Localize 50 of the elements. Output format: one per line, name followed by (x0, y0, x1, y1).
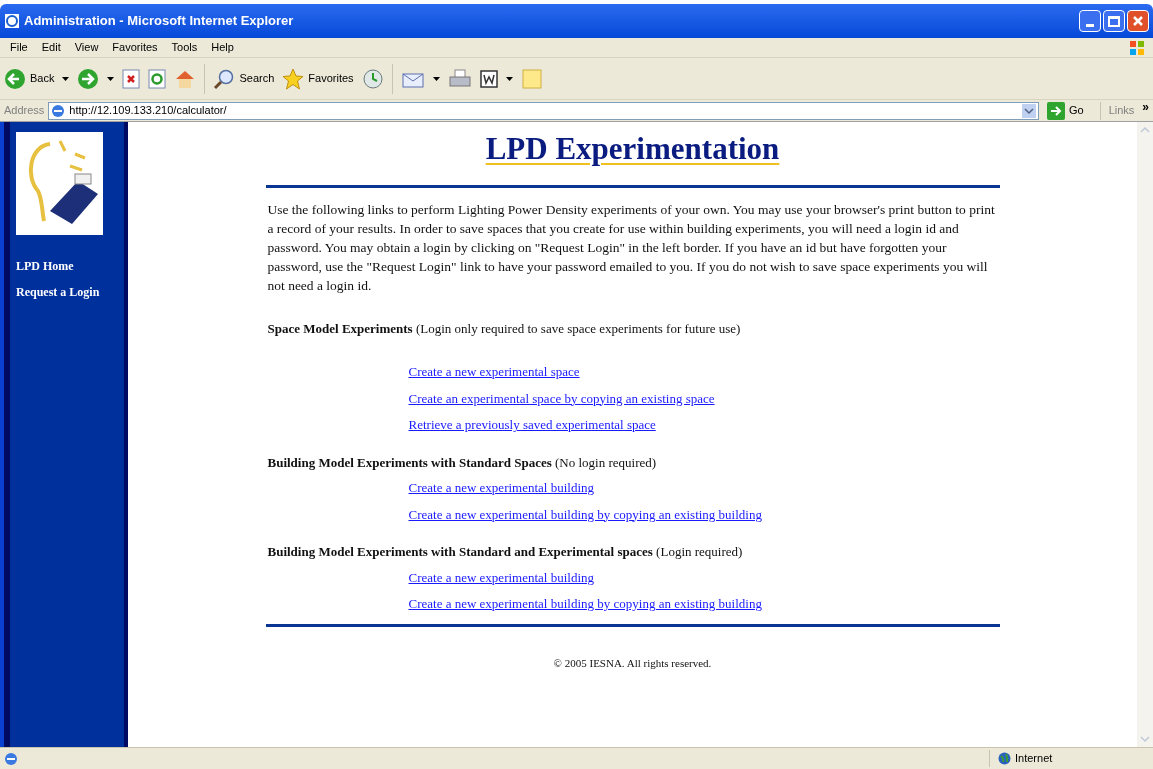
menu-item[interactable]: Help (205, 39, 240, 56)
close-icon (1132, 15, 1144, 27)
printer-icon[interactable] (447, 67, 472, 90)
minimize-button[interactable] (1079, 10, 1101, 32)
windows-logo-icon (1129, 39, 1145, 56)
experiment-link[interactable]: Create a new experimental building (408, 567, 595, 587)
copyright-text: © 2005 IESNA. All rights reserved. (553, 655, 712, 671)
experiment-link[interactable]: Create a new experimental building by copying an existing building (408, 594, 762, 614)
address-field[interactable]: http://12.109.133.210/calculator/ (48, 101, 1039, 120)
experiment-link[interactable]: Create a new experimental building by copying an existing building (408, 504, 762, 524)
dropdown-arrow-icon[interactable] (505, 76, 513, 81)
security-zone-text: Internet (1015, 751, 1053, 767)
experiment-link[interactable]: Create a new experimental space (408, 362, 580, 382)
menu-item[interactable]: Tools (165, 39, 204, 56)
experiment-link[interactable]: Create an experimental space by copying an existing space (408, 388, 715, 408)
stop-icon[interactable] (122, 68, 141, 89)
go-button[interactable]: Go (1042, 101, 1088, 120)
address-label: Address (4, 103, 45, 119)
favorites-button[interactable]: Favorites (282, 67, 354, 90)
close-button[interactable] (1127, 10, 1149, 32)
history-icon[interactable] (361, 67, 384, 90)
back-button[interactable]: Back (4, 67, 55, 90)
section-heading: Building Model Experiments with Standard Spaces (No login required) (267, 453, 658, 472)
maximize-button[interactable] (1103, 10, 1125, 32)
globe-icon (998, 752, 1011, 765)
section-heading: Building Model Experiments with Standard and Experimental spaces (Login required) (267, 543, 744, 561)
browser-icon (4, 13, 20, 29)
sidebar-link[interactable]: Request a Login (16, 283, 100, 301)
dropdown-arrow-icon[interactable] (62, 76, 70, 81)
page-heading: LPD Experimentation (485, 130, 780, 168)
refresh-icon[interactable] (148, 68, 167, 89)
intro-paragraph: Use the following links to perform Lighting Power Density experiments of your own. You may use your browser's print button to print a record of your results. In order to save spaces that you create for use within building experiments, you will need a login id and password. You may obtain a login by clicking on "Request Login" in the left border. If you have an id but have forgotten your password, use the "Request Login" link to have your password emailed to you. If you do not wish to save space experiments you will not need a login id. (267, 200, 996, 295)
menu-item[interactable]: File (4, 39, 34, 56)
word-document-icon[interactable] (479, 69, 498, 88)
menu-item[interactable]: Favorites (106, 39, 164, 56)
sidebar-link[interactable]: LPD Home (16, 257, 74, 275)
experiment-link[interactable]: Create a new experimental building (408, 478, 595, 498)
menu-item[interactable]: Edit (35, 39, 67, 56)
menu-item[interactable]: View (68, 39, 105, 56)
more-chevron[interactable]: » (1142, 97, 1153, 116)
dropdown-arrow-icon[interactable] (107, 76, 115, 81)
search-button[interactable]: Search (213, 67, 275, 90)
dropdown-arrow-icon[interactable] (432, 76, 440, 81)
experiment-link[interactable]: Retrieve a previously saved experimental space (408, 415, 656, 435)
forward-icon[interactable] (77, 67, 100, 90)
search-icon (213, 67, 236, 90)
address-text: http://12.109.133.210/calculator/ (69, 103, 227, 119)
star-icon (282, 67, 305, 90)
section-heading: Space Model Experiments (Login only required to save space experiments for future use) (267, 319, 742, 338)
window-title: Administration - Microsoft Internet Explorer (24, 12, 294, 31)
